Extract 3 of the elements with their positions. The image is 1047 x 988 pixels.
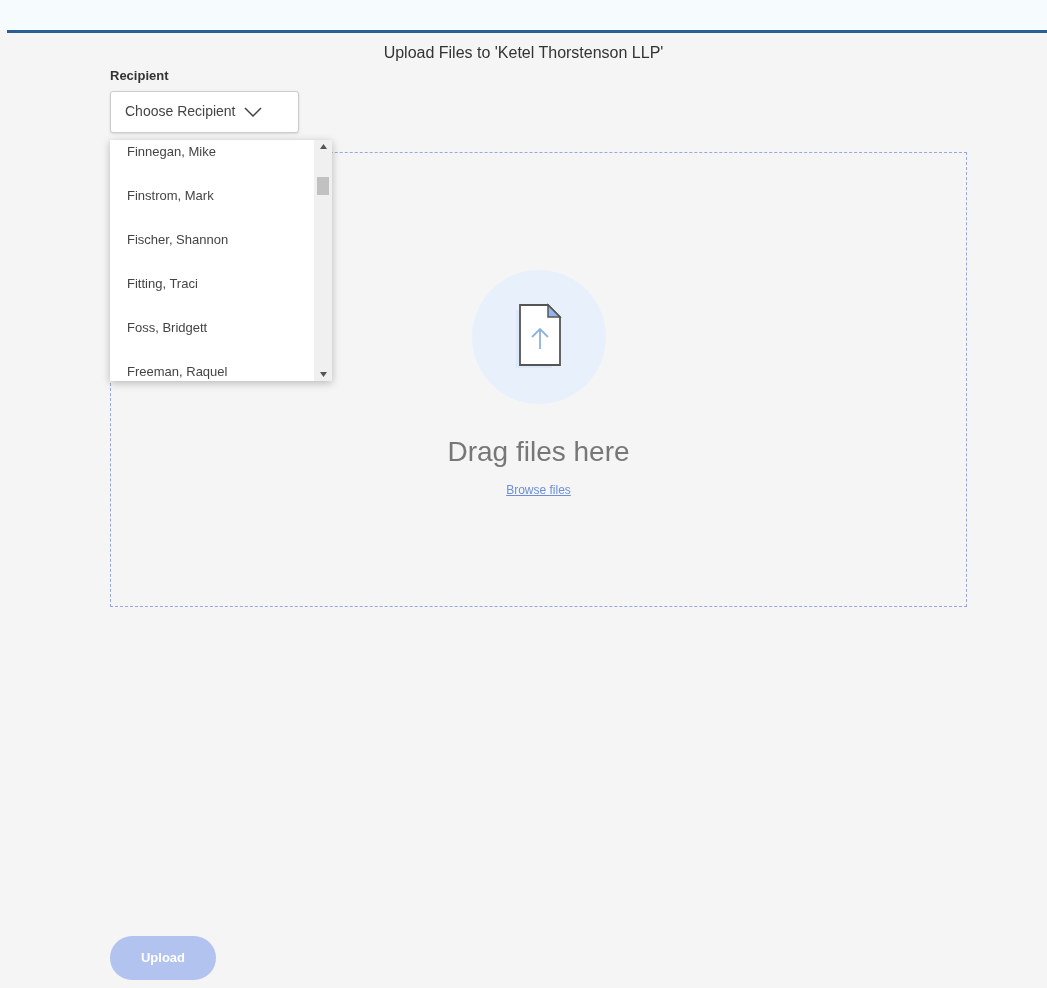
page-title: Upload Files to 'Ketel Thorstenson LLP' <box>383 43 664 63</box>
drop-heading: Drag files here <box>447 435 630 468</box>
field-label: Recipient <box>110 67 169 85</box>
